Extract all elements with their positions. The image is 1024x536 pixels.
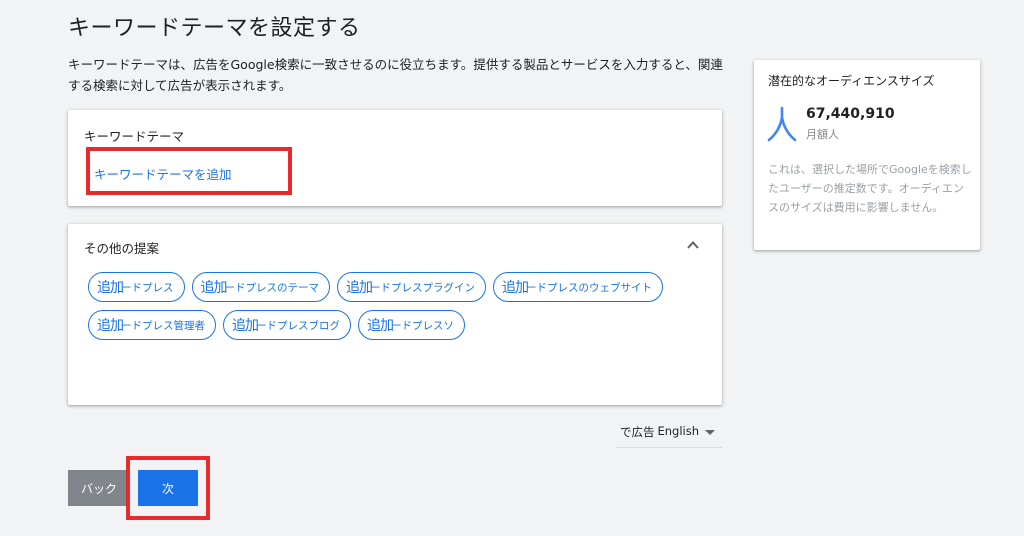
chevron-up-icon[interactable] [686,238,700,252]
ad-language-select[interactable]: で広告 English [616,422,722,448]
audience-unit: 月額人 [806,128,839,141]
suggestion-chip[interactable]: 追加 ードプレスプラグイン [337,272,486,302]
chip-keyword-text: ードプレスのテーマ [224,281,320,294]
chip-add-label: 追加 [367,318,394,334]
chip-keyword-text: ードプレスソ [391,319,454,332]
suggestion-chip-list: 追加 ードプレス 追加 ードプレスのテーマ 追加 ードプレスプラグイン 追加 ー… [88,272,708,340]
page-title: キーワードテーマを設定する [68,16,361,41]
audience-note: これは、選択した場所でGoogleを検索したユーザーの推定数です。オーディエンス… [768,163,972,214]
back-button[interactable]: バック [68,470,130,506]
suggestion-chip[interactable]: 追加 ードプレスのテーマ [191,272,330,302]
keyword-theme-card: キーワードテーマ キーワードテーマを追加 [68,110,722,206]
chip-keyword-text: ードプレスプラグイン [370,281,475,294]
add-keyword-theme-link[interactable]: キーワードテーマを追加 [94,164,232,183]
chip-add-label: 追加 [232,318,259,334]
suggestion-chip[interactable]: 追加 ードプレス管理者 [88,310,216,340]
caret-down-icon [705,430,716,435]
person-icon [767,106,797,142]
next-button[interactable]: 次 [138,470,198,506]
page-description: キーワードテーマは、広告をGoogle検索に一致させるのに役立ちます。提供する製… [68,57,723,93]
chip-keyword-text: ードプレス管理者 [121,319,205,332]
audience-size-card: 潜在的なオーディエンスサイズ 67,440,910 月額人 これは、選択した場所… [754,60,980,250]
chip-keyword-text: ードプレス [121,281,174,294]
chip-keyword-text: ードプレスブログ [256,319,340,332]
ad-language-value: English [657,424,700,438]
suggestion-chip[interactable]: 追加 ードプレスソ [358,310,465,340]
suggestion-chip[interactable]: 追加 ードプレスブログ [223,310,351,340]
chip-add-label: 追加 [502,280,529,296]
chip-keyword-text: ードプレスのウェブサイト [526,281,652,294]
chip-add-label: 追加 [200,280,228,296]
ad-language-prefix: で広告 [620,425,655,439]
suggestion-chip[interactable]: 追加 ードプレスのウェブサイト [493,272,663,302]
chip-add-label: 追加 [97,318,124,334]
other-suggestions-title: その他の提案 [84,241,160,256]
other-suggestions-card: その他の提案 追加 ードプレス 追加 ードプレスのテーマ 追加 ードプレスプラグ… [68,224,722,405]
chip-add-label: 追加 [97,280,124,296]
audience-count: 67,440,910 [806,106,895,122]
suggestion-chip[interactable]: 追加 ードプレス [88,272,185,302]
keyword-theme-card-title: キーワードテーマ [84,129,185,144]
audience-size-title: 潜在的なオーディエンスサイズ [768,74,935,88]
chip-add-label: 追加 [346,280,373,296]
